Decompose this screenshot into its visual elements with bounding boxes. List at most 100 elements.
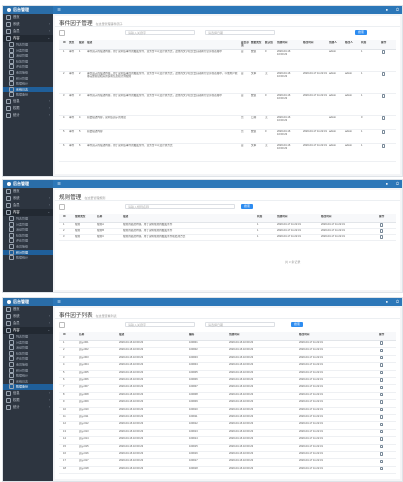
search-button[interactable]: 搜索 [355, 30, 367, 35]
lock-icon [6, 105, 11, 111]
table-cell: 2 [79, 72, 81, 75]
sidebar-item-stats[interactable]: 统计 › [3, 404, 53, 411]
brand[interactable]: 后台管理 [3, 298, 53, 306]
keyword-input[interactable]: 请输入关键字 [125, 322, 195, 327]
column-header: 创建时间 [229, 333, 240, 336]
edit-icon[interactable] [380, 348, 384, 352]
system-icon [6, 313, 11, 319]
edit-icon[interactable] [380, 235, 384, 239]
user-icon[interactable]: ● [386, 298, 388, 306]
table-cell: 文本 [251, 144, 257, 147]
sidebar-item-home[interactable]: 首页 [3, 14, 53, 21]
menu-toggle-icon[interactable]: ☰ [56, 298, 62, 306]
edit-icon[interactable] [380, 355, 384, 360]
select-all-checkbox[interactable] [59, 322, 65, 328]
sidebar-item-stats[interactable]: 统计 › [3, 112, 53, 119]
main-content: 事件因子管理 在这里管理事件因子 请输入关键字 请选择日期 搜索 ID 类型 级别 描述… [55, 16, 400, 174]
sidebar-item-system[interactable]: 系统 › [3, 313, 53, 320]
menu-toggle-icon[interactable]: ☰ [56, 180, 62, 188]
sidebar-item-member[interactable]: 会员 › [3, 28, 53, 35]
edit-icon[interactable] [382, 116, 386, 120]
select-all-checkbox[interactable] [59, 30, 65, 36]
edit-icon[interactable] [382, 72, 386, 76]
logout-icon[interactable]: ⏻ [396, 298, 399, 306]
edit-icon[interactable] [380, 422, 384, 426]
select-all-checkbox[interactable] [59, 204, 65, 210]
edit-icon[interactable] [380, 229, 384, 233]
keyword-input[interactable]: 请输入关键字 [125, 30, 195, 35]
list-icon [9, 69, 14, 75]
list-icon [9, 243, 14, 249]
brand[interactable]: 后台管理 [3, 180, 53, 188]
edit-icon[interactable] [380, 459, 384, 463]
menu-toggle-icon[interactable]: ☰ [56, 6, 62, 14]
column-header: 状态 [257, 215, 263, 218]
list-icon [9, 232, 14, 238]
table-cell [345, 50, 359, 71]
edit-icon[interactable] [380, 444, 384, 449]
edit-icon[interactable] [380, 378, 384, 382]
sidebar-item-home[interactable]: 首页 [3, 306, 53, 313]
table-cell: admin [329, 50, 337, 53]
page-subtitle: 在这里管理事件因子 [95, 22, 123, 26]
sidebar-item-content[interactable]: 内容 ⌄ [3, 35, 53, 42]
edit-icon[interactable] [382, 130, 386, 134]
edit-icon[interactable] [382, 50, 386, 54]
sidebar-item-permission[interactable]: 权限 › [3, 397, 53, 404]
list-icon [9, 350, 14, 356]
sidebar-sub-item[interactable]: 数据统计 [3, 255, 53, 261]
table-cell: 1 [361, 50, 363, 53]
chevron-right-icon: › [48, 404, 50, 409]
rule-name-input[interactable]: 请输入规则名称 [125, 204, 235, 209]
table-cell: 2020-03-17 11:22:31 [303, 72, 327, 75]
date-input[interactable]: 请选择日期 [205, 30, 275, 35]
sidebar-item-info[interactable]: 信息 › [3, 98, 53, 105]
edit-icon[interactable] [380, 452, 384, 456]
edit-icon[interactable] [380, 385, 384, 389]
edit-icon[interactable] [382, 94, 386, 98]
sidebar-item-content[interactable]: 内容 ⌄ [3, 209, 53, 216]
sidebar-item-system[interactable]: 系统 › [3, 195, 53, 202]
edit-icon[interactable] [380, 466, 384, 471]
edit-icon[interactable] [380, 370, 384, 375]
table-row: 5 事件 5 简要描述内容否数值 0 2020-03-16 10:00:23 2020-03… [59, 129, 396, 144]
table-cell: 18 [63, 466, 66, 470]
sidebar-item-content[interactable]: 内容 ⌄ [3, 327, 53, 334]
sidebar-item-member[interactable]: 会员 › [3, 320, 53, 327]
edit-icon[interactable] [382, 144, 386, 148]
user-icon[interactable]: ● [386, 180, 388, 188]
logout-icon[interactable]: ⏻ [396, 180, 399, 188]
sidebar-item-system[interactable]: 系统 › [3, 21, 53, 28]
table-row: 1 事件 1 事件因子的描述内容，用于说明该事件的触发条件、业务含义以及计算方式，这里… [59, 49, 396, 72]
sidebar-item-permission[interactable]: 权限 › [3, 105, 53, 112]
brand-name: 后台管理 [13, 299, 29, 304]
table-cell: 否 [241, 116, 244, 119]
list-icon [9, 227, 14, 233]
edit-icon[interactable] [380, 341, 384, 345]
column-header: 类型 [69, 41, 75, 44]
table-cell: 1 [361, 94, 363, 97]
edit-icon[interactable] [380, 400, 384, 404]
table-cell: 是 [241, 94, 244, 97]
list-icon [9, 53, 14, 59]
search-button[interactable]: 搜索 [291, 322, 303, 327]
edit-icon[interactable] [380, 415, 384, 419]
sidebar-item-home[interactable]: 首页 [3, 188, 53, 195]
edit-icon[interactable] [380, 407, 384, 412]
member-icon [6, 28, 11, 34]
edit-icon[interactable] [380, 223, 384, 227]
panel-event-factor-management: 后台管理 ☰ ● ⏻ 首页 系统 › 会员 › 内容 ⌄ 列表管理 分类管理 活动管理… [2, 5, 403, 177]
logout-icon[interactable]: ⏻ [396, 6, 399, 14]
edit-icon[interactable] [380, 429, 384, 434]
brand[interactable]: 后台管理 [3, 6, 53, 14]
chevron-right-icon: › [48, 98, 50, 103]
edit-icon[interactable] [380, 392, 384, 397]
edit-icon[interactable] [380, 363, 384, 367]
user-icon[interactable]: ● [386, 6, 388, 14]
date-input[interactable]: 请选择日期 [205, 322, 275, 327]
sidebar-item-info[interactable]: 信息 › [3, 390, 53, 397]
table-cell: 2020-03-16 10:00:23 [119, 466, 144, 470]
search-button[interactable]: 搜索 [241, 204, 253, 209]
sidebar-item-member[interactable]: 会员 › [3, 202, 53, 209]
edit-icon[interactable] [380, 437, 384, 441]
